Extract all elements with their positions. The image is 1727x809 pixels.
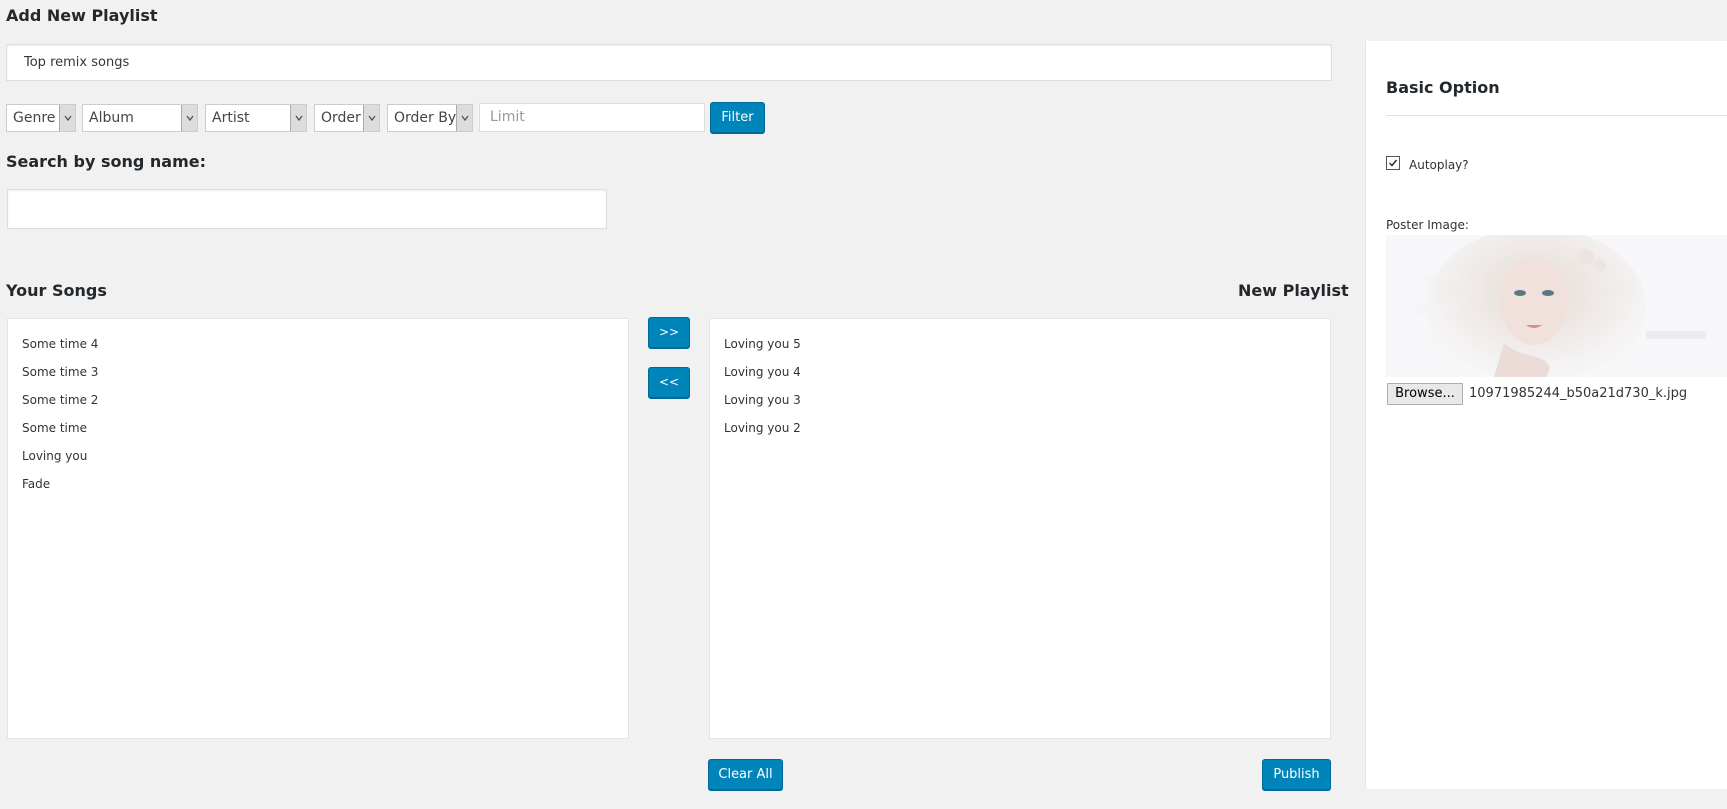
move-to-playlist-button[interactable]: >> [648, 317, 690, 348]
divider [1386, 115, 1727, 116]
list-item[interactable]: Some time 3 [22, 363, 628, 391]
genre-select[interactable]: Genre [6, 104, 76, 132]
artist-select-value: Artist [212, 110, 250, 126]
publish-button[interactable]: Publish [1262, 759, 1331, 790]
move-to-songs-button[interactable]: << [648, 367, 690, 398]
order-select[interactable]: Order [314, 104, 380, 132]
order-by-select-value: Order By [394, 110, 457, 126]
autoplay-label: Autoplay? [1409, 158, 1469, 172]
list-item[interactable]: Loving you [22, 447, 628, 475]
basic-option-panel [1365, 41, 1727, 789]
list-item[interactable]: Some time [22, 419, 628, 447]
browse-button[interactable]: Browse... [1387, 383, 1463, 405]
chevron-down-icon [181, 105, 197, 131]
order-select-value: Order [321, 110, 361, 126]
new-playlist-heading: New Playlist [1238, 281, 1349, 300]
poster-image [1386, 235, 1727, 377]
chevron-down-icon [363, 105, 379, 131]
list-item[interactable]: Loving you 4 [724, 363, 1330, 391]
autoplay-checkbox[interactable] [1386, 156, 1400, 170]
song-search-input[interactable] [7, 189, 607, 229]
artist-select[interactable]: Artist [205, 104, 307, 132]
new-playlist-list[interactable]: Loving you 5 Loving you 4 Loving you 3 L… [709, 318, 1331, 739]
chevron-down-icon [290, 105, 306, 131]
search-label: Search by song name: [6, 152, 206, 171]
album-select-value: Album [89, 110, 134, 126]
order-by-select[interactable]: Order By [387, 104, 473, 132]
selected-file-name: 10971985244_b50a21d730_k.jpg [1469, 386, 1688, 401]
chevron-down-icon [59, 105, 75, 131]
poster-image-label: Poster Image: [1386, 218, 1469, 232]
clear-all-button[interactable]: Clear All [708, 759, 783, 790]
list-item[interactable]: Loving you 5 [724, 335, 1330, 363]
basic-option-title: Basic Option [1386, 78, 1500, 97]
page-title: Add New Playlist [6, 6, 158, 25]
list-item[interactable]: Some time 2 [22, 391, 628, 419]
list-item[interactable]: Loving you 2 [724, 419, 1330, 447]
album-select[interactable]: Album [82, 104, 198, 132]
limit-input[interactable]: Limit [479, 103, 705, 132]
list-item[interactable]: Some time 4 [22, 335, 628, 363]
your-songs-list[interactable]: Some time 4 Some time 3 Some time 2 Some… [7, 318, 629, 739]
playlist-name-input[interactable]: Top remix songs [6, 44, 1332, 81]
your-songs-heading: Your Songs [6, 281, 107, 300]
genre-select-value: Genre [13, 110, 56, 126]
list-item[interactable]: Loving you 3 [724, 391, 1330, 419]
list-item[interactable]: Fade [22, 475, 628, 503]
chevron-down-icon [456, 105, 472, 131]
checkmark-icon [1389, 159, 1398, 167]
filter-button[interactable]: Filter [710, 102, 765, 133]
